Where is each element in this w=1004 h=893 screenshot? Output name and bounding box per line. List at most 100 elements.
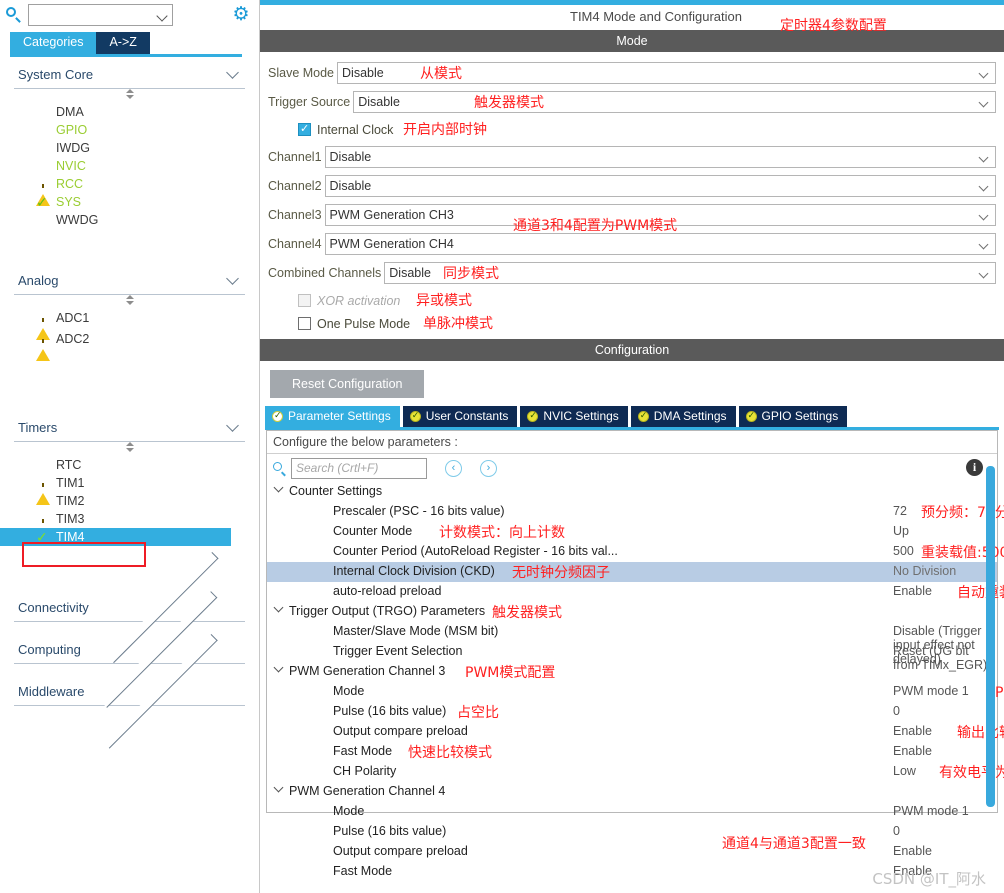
sidebar-item-nvic[interactable]: NVIC <box>30 157 259 175</box>
tab-parameter-settings[interactable]: Parameter Settings <box>265 406 400 427</box>
configure-instruction: Configure the below parameters : <box>267 431 997 454</box>
tab-user-constants[interactable]: User Constants <box>402 406 518 427</box>
scroll-nub-icon[interactable] <box>0 295 259 309</box>
item-label: WWDG <box>56 213 99 227</box>
sidebar-item-rcc[interactable]: RCC <box>30 175 259 206</box>
parameter-tree-scrollbar[interactable] <box>986 466 995 807</box>
configuration-area: Reset Configuration Parameter Settings U… <box>260 361 1004 878</box>
peripheral-list-timers: RTC TIM1 TIM2 TIM3 ✓ TIM4 <box>0 456 259 546</box>
sidebar-item-adc1[interactable]: ADC1 <box>30 309 259 340</box>
param-value: Enable <box>893 724 932 738</box>
annotation-fast-mode: 快速比较模式 <box>408 745 492 761</box>
tree-row-internal-clock-division[interactable]: Internal Clock Division (CKD) No Divisio… <box>267 562 997 582</box>
mode-fields: Slave Mode Disable 从模式 Trigger Source Di… <box>260 52 1004 339</box>
tree-row-ch3-pulse[interactable]: Pulse (16 bits value) 0 占空比 <box>267 702 997 722</box>
configuration-tabs: Parameter Settings User Constants NVIC S… <box>260 406 1004 427</box>
param-name: Pulse (16 bits value) <box>333 704 447 718</box>
parameter-search-row: Search (Crtl+F) ‹ › i <box>267 454 997 482</box>
sidebar-item-tim3[interactable]: TIM3 <box>30 510 259 541</box>
tab-categories[interactable]: Categories <box>10 32 97 54</box>
sidebar-item-wwdg[interactable]: WWDG <box>30 211 259 229</box>
parameter-search-input[interactable]: Search (Crtl+F) <box>291 457 427 479</box>
tab-dma-settings[interactable]: DMA Settings <box>630 406 736 427</box>
field-combined-channels: Combined Channels Disable 同步模式 <box>268 260 996 285</box>
sidebar-item-rtc[interactable]: RTC <box>30 456 259 474</box>
field-label: Combined Channels <box>268 265 382 280</box>
tab-a-to-z[interactable]: A->Z <box>96 32 150 54</box>
sidebar-item-tim2[interactable]: TIM2 <box>30 492 259 510</box>
tree-row-master-slave-mode[interactable]: Master/Slave Mode (MSM bit) Disable (Tri… <box>267 622 997 666</box>
gear-icon[interactable]: ⚙ <box>231 5 251 25</box>
tree-row-auto-reload-preload[interactable]: auto-reload preload Enable 自动重装载预装载使能 <box>267 582 1004 602</box>
annotation-arr-preload: 自动重装载预装载使能 <box>957 585 1004 601</box>
tree-row-ch4-output-compare-preload[interactable]: Output compare preload Enable 通道4与通道3配置一… <box>267 836 997 862</box>
sidebar-item-gpio[interactable]: GPIO <box>30 121 259 139</box>
tree-row-prescaler[interactable]: Prescaler (PSC - 16 bits value) 72 预分频：7… <box>267 502 1004 522</box>
tree-row-ch3-output-compare-preload[interactable]: Output compare preload Enable 输出比较预装载使能 <box>267 722 1004 742</box>
checkbox-label: XOR activation <box>317 293 401 308</box>
sidebar-item-tim1[interactable]: TIM1 <box>30 474 259 505</box>
group-title: Timers <box>18 420 58 435</box>
tree-group-pwm-channel-4[interactable]: PWM Generation Channel 4 <box>267 782 997 802</box>
tree-row-ch4-pulse[interactable]: Pulse (16 bits value) 0 <box>267 822 997 842</box>
search-icon <box>6 7 22 23</box>
tree-row-ch3-polarity[interactable]: CH Polarity Low 有效电平为低电平 <box>267 762 1004 782</box>
tree-group-counter-settings[interactable]: Counter Settings <box>267 482 997 502</box>
item-label: RCC <box>56 177 84 191</box>
field-channel3: Channel3 PWM Generation CH3 通道3和4配置为PWM模… <box>268 202 996 234</box>
sidebar-group-timers: Timers <box>14 410 245 442</box>
tab-gpio-settings[interactable]: GPIO Settings <box>738 406 848 427</box>
sidebar-item-sys[interactable]: ✓ SYS <box>30 193 259 211</box>
tree-row-ch3-mode[interactable]: Mode PWM mode 1 PWM模式1:CNT<CCR为有效电 <box>267 682 1004 702</box>
tree-row-counter-mode[interactable]: Counter Mode Up 计数模式：向上计数 <box>267 522 997 542</box>
scroll-nub-icon[interactable] <box>0 442 259 456</box>
group-header-timers[interactable]: Timers <box>14 410 245 442</box>
tree-row-trigger-event-selection[interactable]: Trigger Event Selection Reset (UG bit fr… <box>267 642 997 672</box>
sidebar-item-tim4[interactable]: ✓ TIM4 <box>0 528 231 546</box>
sidebar-item-dma[interactable]: DMA <box>30 103 259 121</box>
param-value: Up <box>893 524 909 538</box>
annotation-xor: 异或模式 <box>416 293 472 309</box>
tree-row-ch3-fast-mode[interactable]: Fast Mode Enable 快速比较模式 <box>267 742 997 762</box>
annotation-combined-channels: 同步模式 <box>443 266 499 282</box>
channel2-select[interactable]: Disable <box>324 174 996 197</box>
group-header-analog[interactable]: Analog <box>14 263 245 295</box>
channel1-select[interactable]: Disable <box>324 145 996 168</box>
sidebar-groups: System Core DMA GPIO IWDG NVIC RCC ✓ SYS… <box>0 57 259 749</box>
tree-group-label: Counter Settings <box>289 484 383 498</box>
tree-group-trgo[interactable]: Trigger Output (TRGO) Parameters 触发器模式 <box>267 602 997 622</box>
parameter-settings-panel: Configure the below parameters : Search … <box>266 430 1004 878</box>
group-title: Connectivity <box>18 600 89 615</box>
annotation-trgo: 触发器模式 <box>492 605 562 621</box>
search-next-button[interactable]: › <box>480 459 497 477</box>
sidebar-item-adc2[interactable]: ADC2 <box>30 330 259 361</box>
search-prev-button[interactable]: ‹ <box>445 459 462 477</box>
tree-row-counter-period[interactable]: Counter Period (AutoReload Register - 16… <box>267 542 1004 562</box>
tab-label: GPIO Settings <box>761 409 839 423</box>
select-value: PWM Generation CH4 <box>329 236 454 251</box>
peripheral-sidebar: ⚙ Categories A->Z System Core DMA GPIO I… <box>0 0 260 893</box>
info-icon[interactable]: i <box>966 459 983 476</box>
param-name: Prescaler (PSC - 16 bits value) <box>333 504 505 518</box>
scroll-nub-icon[interactable] <box>0 89 259 103</box>
internal-clock-checkbox[interactable] <box>298 122 311 136</box>
reset-configuration-button[interactable]: Reset Configuration <box>270 370 425 398</box>
chevron-down-icon <box>156 10 168 22</box>
param-value: 0 <box>893 704 900 718</box>
checkbox-label: Internal Clock <box>317 122 394 137</box>
trigger-source-select[interactable]: Disable <box>353 90 996 113</box>
field-channel2: Channel2 Disable <box>268 173 996 198</box>
sidebar-tabs: Categories A->Z <box>10 32 259 54</box>
field-label: Trigger Source <box>268 94 351 109</box>
parameter-tree: Counter Settings Prescaler (PSC - 16 bit… <box>267 482 1004 882</box>
checkbox-one-pulse-row: One Pulse Mode 单脉冲模式 <box>268 312 996 335</box>
one-pulse-mode-checkbox[interactable] <box>298 317 311 330</box>
peripheral-search-combo[interactable] <box>28 4 173 26</box>
tree-row-ch4-mode[interactable]: Mode PWM mode 1 <box>267 802 997 822</box>
group-header-system-core[interactable]: System Core <box>14 57 245 89</box>
sidebar-item-iwdg[interactable]: IWDG <box>30 139 259 157</box>
channel4-select[interactable]: PWM Generation CH4 <box>324 232 996 255</box>
tree-group-pwm-channel-3[interactable]: PWM Generation Channel 3 PWM模式配置 <box>267 662 997 682</box>
tab-nvic-settings[interactable]: NVIC Settings <box>520 406 628 427</box>
tab-label: NVIC Settings <box>543 409 619 423</box>
